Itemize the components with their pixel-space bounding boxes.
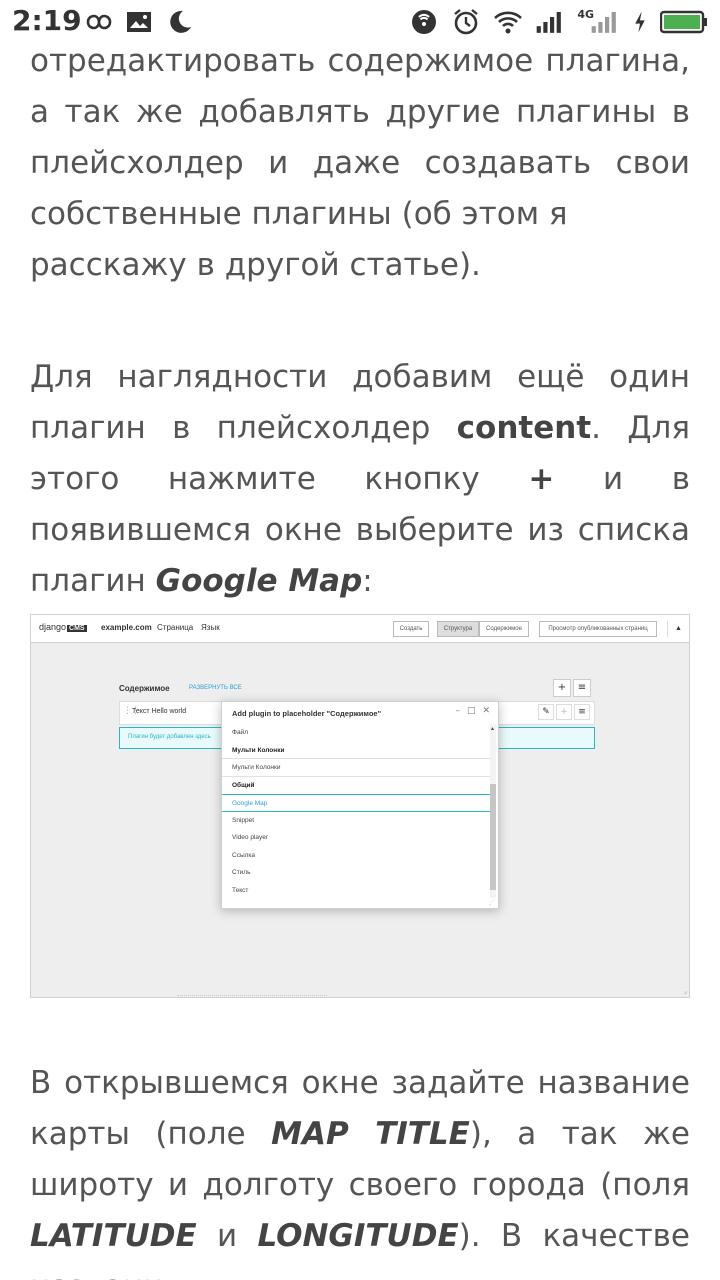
p3-keyword-latitude: LATITUDE — [30, 1218, 197, 1254]
resize-grip-icon: ⋰ — [489, 900, 495, 906]
p3-keyword-longitude: LONGITUDE — [257, 1218, 459, 1254]
plugin-list: Файл Мульти Колонки Мульти Колонки Общий Goo… — [222, 724, 490, 900]
placeholder-actions: + ≡ — [553, 679, 591, 697]
cms-create-button: Создать — [393, 621, 429, 637]
page-divider — [177, 995, 327, 996]
status-time: 2:19 — [12, 4, 82, 37]
modal-window-controls: – □ ✕ — [455, 706, 490, 716]
signal-4g-icon — [591, 12, 616, 33]
wifi-icon — [494, 11, 523, 34]
scroll-up-icon: ▲ — [490, 726, 495, 732]
status-right-icons: 4G — [409, 6, 708, 38]
p3-text-e: и — [217, 1218, 238, 1254]
p1-text: отредактировать содержимое плагина, а та… — [30, 43, 690, 232]
cms-content-button: Содержимое — [479, 621, 529, 637]
expand-all-link: РАЗВЕРНУТЬ ВСЕ — [189, 685, 242, 691]
close-icon: ✕ — [482, 706, 490, 716]
article-paragraph-1: отредактировать содержимое плагина, а та… — [30, 36, 690, 291]
add-plugin-icon: + — [556, 704, 572, 720]
plugin-list-item: Ссылка — [232, 851, 256, 859]
plugin-list-item: Мульти Колонки — [222, 742, 490, 759]
cms-page-menu: Страница — [157, 623, 194, 632]
status-left-icons — [84, 6, 194, 38]
article-paragraph-3: В открывшемся окне задайте название карт… — [30, 1058, 690, 1280]
plugin-label: Текст Hello world — [132, 708, 187, 715]
modal-scrollbar: ▲ — [490, 724, 496, 898]
p2-text-g: : — [362, 563, 373, 599]
plugin-list-item: Стиль — [232, 869, 251, 876]
django-cms-logo: django CMS — [39, 622, 87, 632]
plugin-list-item: Snippet — [232, 816, 255, 824]
p2-keyword-content: content — [456, 410, 592, 446]
menu-icon: ≡ — [574, 704, 590, 720]
add-plugin-modal: Add plugin to placeholder "Содержимое" –… — [221, 701, 499, 909]
cms-preview-button: Просмотр опубликованных страниц — [539, 621, 657, 637]
plugin-list-item: Общий — [232, 781, 255, 789]
scrollbar-thumb — [490, 784, 496, 890]
battery-icon — [660, 10, 707, 34]
cms-structure-button: Структура — [437, 621, 479, 637]
plugin-list-item: Video player — [232, 834, 269, 841]
p2-plus-symbol: + — [528, 461, 555, 497]
article-paragraph-2: Для наглядности добавим ещё один плагин … — [30, 352, 690, 607]
drop-zone-hint: Плагин будет добавлен здесь — [128, 734, 211, 740]
charging-icon — [635, 11, 645, 33]
plugin-list-item: Мульти Колонки — [222, 759, 490, 777]
image-icon — [127, 12, 151, 32]
modal-title: Add plugin to placeholder "Содержимое" — [232, 709, 382, 718]
signal-icon — [536, 12, 562, 33]
network-type: 4G — [577, 7, 594, 21]
edit-pencil-icon: ✎ — [538, 704, 554, 720]
status-bar: 2:19 4G — [0, 0, 720, 44]
cms-site-menu: example.com — [101, 623, 152, 632]
placeholder-title: Содержимое — [119, 684, 170, 693]
moon-icon — [170, 10, 191, 33]
menu-icon: ≡ — [573, 679, 591, 697]
p1-last-line: расскажу в другой статье). — [30, 247, 481, 283]
plugin-row-actions: ✎ + ≡ — [538, 704, 590, 720]
add-plugin-icon: + — [553, 679, 571, 697]
cms-toolbar: django CMS example.com Страница Язык Созд… — [31, 615, 689, 643]
resize-corner-icon: ⌟ — [683, 987, 687, 995]
p2-keyword-google-map: Google Map — [155, 563, 363, 599]
plugin-list-item: Файл — [232, 729, 248, 736]
cms-lang-menu: Язык — [201, 623, 220, 632]
alarm-icon — [454, 9, 479, 35]
p3-keyword-map-title: MAP TITLE — [271, 1116, 470, 1152]
infinity-icon — [86, 14, 112, 30]
cms-collapse-icon: ▲ — [667, 621, 689, 637]
embedded-screenshot: django CMS example.com Страница Язык Созд… — [30, 614, 690, 998]
minimize-icon: – — [455, 706, 460, 716]
maximize-icon: □ — [466, 706, 476, 716]
plugin-list-item: Google Map — [222, 794, 490, 812]
nfc-icon — [412, 10, 437, 34]
plugin-list-item: Текст — [232, 886, 249, 894]
